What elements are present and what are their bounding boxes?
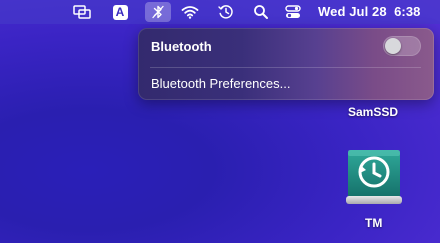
menu-bar: A Wed Jul 28 6:38 (0, 0, 440, 24)
time-machine-drive-icon[interactable] (344, 146, 404, 213)
input-source-label: A (112, 4, 128, 20)
bluetooth-menu: Bluetooth Bluetooth Preferences... (138, 28, 434, 100)
input-source-icon[interactable]: A (108, 2, 132, 22)
display-mirror-icon[interactable] (70, 2, 94, 22)
bluetooth-preferences-item[interactable]: Bluetooth Preferences... (151, 76, 290, 91)
bluetooth-toggle[interactable] (383, 36, 421, 56)
menubar-clock[interactable]: Wed Jul 28 6:38 (318, 4, 421, 19)
search-icon[interactable] (249, 2, 273, 22)
tm-label[interactable]: TM (365, 216, 382, 230)
toggle-knob (385, 38, 401, 54)
bluetooth-icon[interactable] (145, 2, 171, 22)
control-center-icon[interactable] (281, 2, 305, 22)
samssd-label[interactable]: SamSSD (348, 105, 398, 119)
wifi-icon[interactable] (178, 2, 202, 22)
bluetooth-menu-title: Bluetooth (151, 39, 212, 54)
time-machine-icon[interactable] (214, 2, 238, 22)
menu-divider (150, 67, 421, 68)
